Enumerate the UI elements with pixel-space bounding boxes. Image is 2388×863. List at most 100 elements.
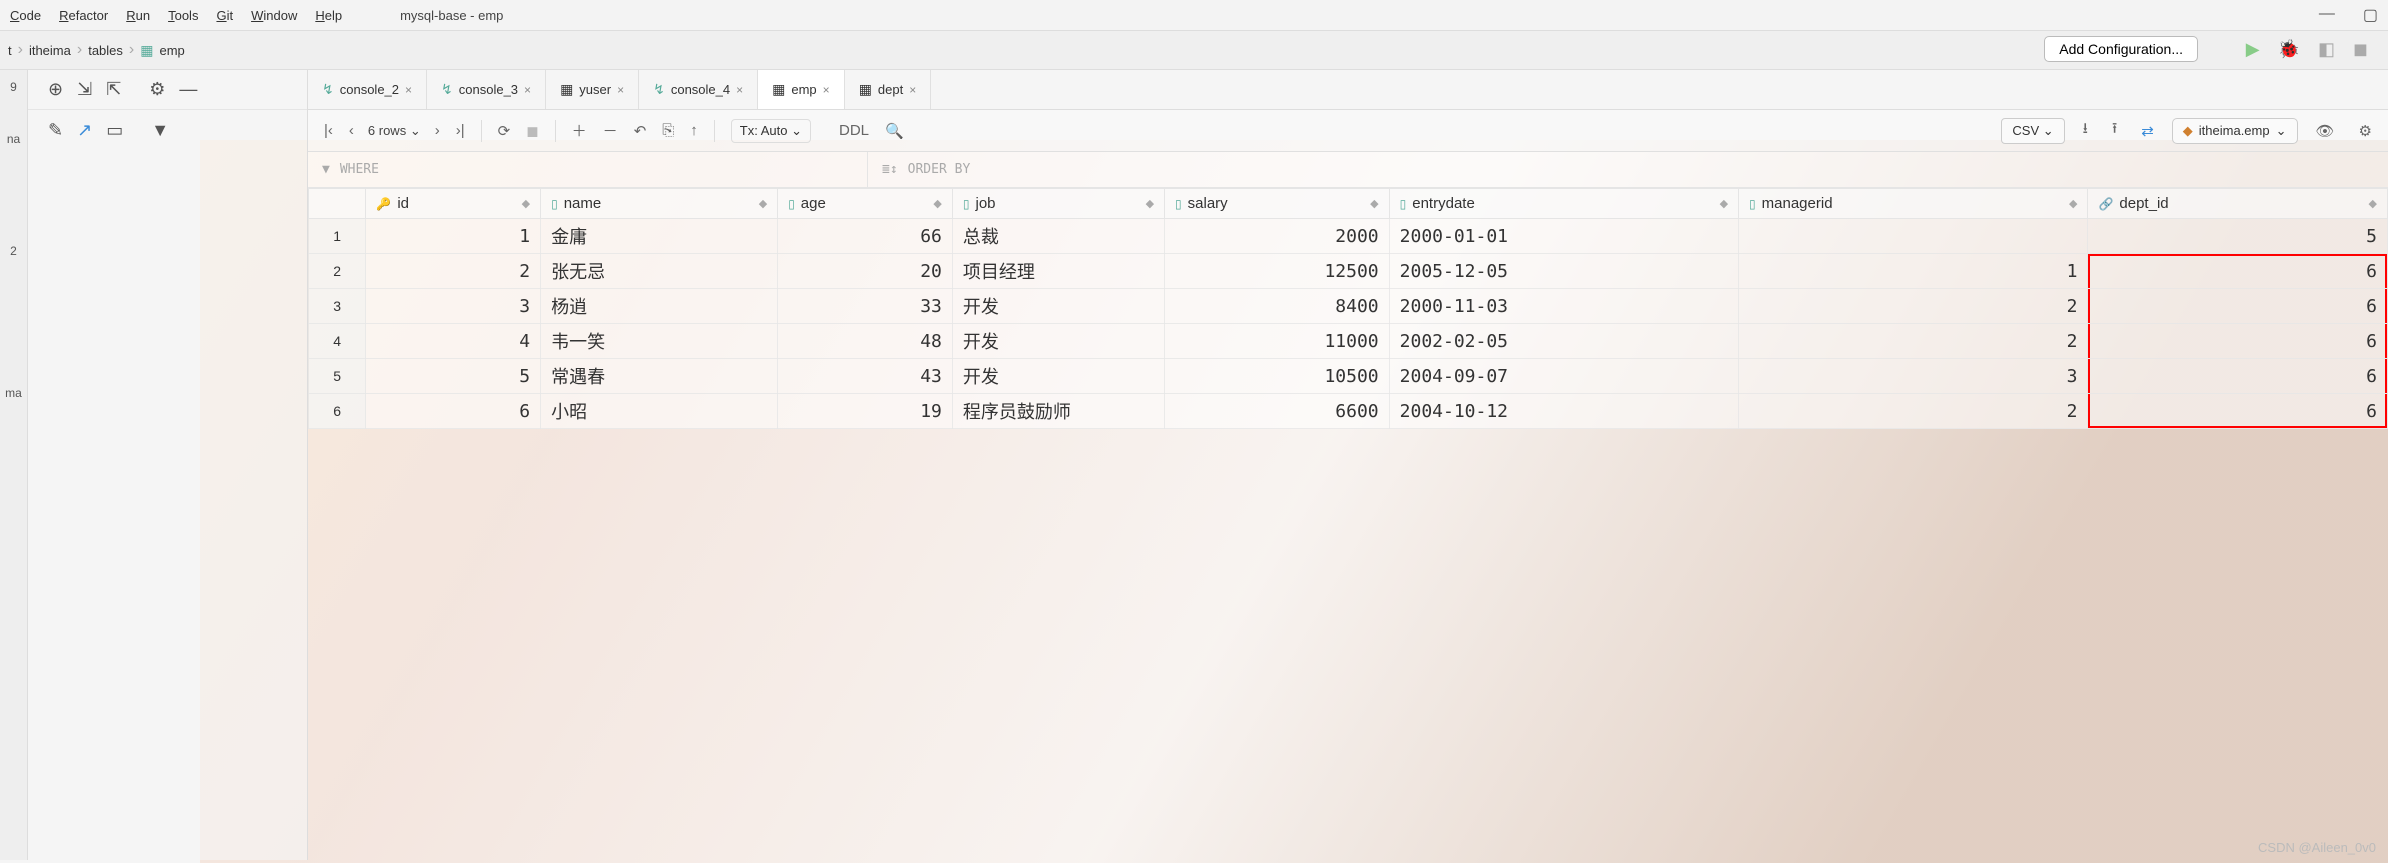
cell-age[interactable]: 19 xyxy=(778,394,953,429)
cell-entrydate[interactable]: 2000-01-01 xyxy=(1389,219,1738,254)
export-format-select[interactable]: CSV ⌄ xyxy=(2001,118,2064,144)
tab-yuser[interactable]: ▦yuser× xyxy=(546,70,639,109)
tab-console_2[interactable]: ↯console_2× xyxy=(308,70,427,109)
tx-mode-select[interactable]: Tx: Auto ⌄ xyxy=(731,119,811,143)
remove-row-icon[interactable]: － xyxy=(597,116,624,145)
add-configuration-button[interactable]: Add Configuration... xyxy=(2044,36,2198,62)
clone-row-icon[interactable]: ⎘ xyxy=(656,118,680,143)
sort-toggle-icon[interactable]: ◆ xyxy=(1720,197,1728,210)
ddl-button[interactable]: DDL xyxy=(833,118,875,143)
orderby-filter-input[interactable]: ≣↕ ORDER BY xyxy=(868,152,2388,187)
cell-entrydate[interactable]: 2004-09-07 xyxy=(1389,359,1738,394)
menu-item-run[interactable]: Run xyxy=(126,8,150,23)
tab-emp[interactable]: ▦emp× xyxy=(758,70,845,109)
sort-toggle-icon[interactable]: ◆ xyxy=(2069,197,2077,210)
table-row[interactable]: 44韦一笑48开发110002002-02-0526 xyxy=(309,324,2388,359)
cell-age[interactable]: 33 xyxy=(778,289,953,324)
menu-item-tools[interactable]: Tools xyxy=(168,8,198,23)
cell-name[interactable]: 杨逍 xyxy=(541,289,778,324)
cell-id[interactable]: 1 xyxy=(366,219,541,254)
column-header-dept_id[interactable]: 🔗dept_id◆ xyxy=(2088,189,2388,219)
breadcrumb-table[interactable]: emp xyxy=(159,43,184,58)
cell-name[interactable]: 金庸 xyxy=(541,219,778,254)
table-row[interactable]: 55常遇春43开发105002004-09-0736 xyxy=(309,359,2388,394)
close-icon[interactable]: × xyxy=(524,83,531,97)
edit-icon[interactable]: ✎ xyxy=(48,120,63,141)
cell-name[interactable]: 韦一笑 xyxy=(541,324,778,359)
cell-id[interactable]: 4 xyxy=(366,324,541,359)
cell-id[interactable]: 2 xyxy=(366,254,541,289)
tab-console_3[interactable]: ↯console_3× xyxy=(427,70,546,109)
prev-page-icon[interactable]: ‹ xyxy=(343,118,360,143)
reload-icon[interactable]: ⟳ xyxy=(492,118,517,144)
breadcrumb-db[interactable]: itheima xyxy=(29,43,71,58)
close-icon[interactable]: × xyxy=(736,83,743,97)
revert-icon[interactable]: ↶ xyxy=(628,118,653,144)
cell-managerid[interactable]: 2 xyxy=(1739,394,2088,429)
table-row[interactable]: 22张无忌20项目经理125002005-12-0516 xyxy=(309,254,2388,289)
close-icon[interactable]: × xyxy=(823,83,830,97)
close-icon[interactable]: × xyxy=(405,83,412,97)
add-row-icon[interactable]: ＋ xyxy=(566,116,593,145)
download-icon[interactable]: ⭳ xyxy=(2077,114,2094,147)
table-row[interactable]: 11金庸66总裁20002000-01-015 xyxy=(309,219,2388,254)
column-header-name[interactable]: ▯name◆ xyxy=(541,189,778,219)
cell-id[interactable]: 6 xyxy=(366,394,541,429)
column-header-job[interactable]: ▯job◆ xyxy=(952,189,1164,219)
cell-dept_id[interactable]: 6 xyxy=(2088,324,2388,359)
data-grid[interactable]: 🔑id◆▯name◆▯age◆▯job◆▯salary◆▯entrydate◆▯… xyxy=(308,188,2388,429)
expand-icon[interactable]: ⇲ xyxy=(77,79,92,100)
column-header-id[interactable]: 🔑id◆ xyxy=(366,189,541,219)
target-icon[interactable]: ⊕ xyxy=(48,79,63,100)
cell-age[interactable]: 66 xyxy=(778,219,953,254)
cell-job[interactable]: 开发 xyxy=(952,289,1164,324)
menu-item-git[interactable]: Git xyxy=(216,8,233,23)
stop-icon[interactable]: ◼ xyxy=(520,118,544,144)
cell-managerid[interactable]: 3 xyxy=(1739,359,2088,394)
cell-salary[interactable]: 8400 xyxy=(1165,289,1390,324)
maximize-icon[interactable]: ▢ xyxy=(2363,5,2378,25)
submit-icon[interactable]: ↑ xyxy=(684,118,704,143)
cell-name[interactable]: 常遇春 xyxy=(541,359,778,394)
cell-id[interactable]: 3 xyxy=(366,289,541,324)
cell-entrydate[interactable]: 2000-11-03 xyxy=(1389,289,1738,324)
filter-icon[interactable]: ▼ xyxy=(151,120,169,141)
cell-managerid[interactable]: 1 xyxy=(1739,254,2088,289)
search-icon[interactable]: 🔍 xyxy=(879,118,910,144)
tab-console_4[interactable]: ↯console_4× xyxy=(639,70,758,109)
cell-entrydate[interactable]: 2005-12-05 xyxy=(1389,254,1738,289)
cell-entrydate[interactable]: 2004-10-12 xyxy=(1389,394,1738,429)
minimize-icon[interactable]: — xyxy=(2319,5,2335,25)
sync-icon[interactable]: ⇄ xyxy=(2135,118,2160,144)
close-icon[interactable]: × xyxy=(909,83,916,97)
cell-salary[interactable]: 11000 xyxy=(1165,324,1390,359)
debug-icon[interactable]: 🐞 xyxy=(2278,39,2300,60)
last-page-icon[interactable]: ›| xyxy=(450,118,471,143)
column-header-managerid[interactable]: ▯managerid◆ xyxy=(1739,189,2088,219)
next-page-icon[interactable]: › xyxy=(429,118,446,143)
cell-dept_id[interactable]: 6 xyxy=(2088,394,2388,429)
column-header-age[interactable]: ▯age◆ xyxy=(778,189,953,219)
cell-dept_id[interactable]: 6 xyxy=(2088,254,2388,289)
cell-entrydate[interactable]: 2002-02-05 xyxy=(1389,324,1738,359)
cell-salary[interactable]: 2000 xyxy=(1165,219,1390,254)
table-row[interactable]: 66小昭19程序员鼓励师66002004-10-1226 xyxy=(309,394,2388,429)
datasource-select[interactable]: ◆ itheima.emp ⌄ xyxy=(2172,118,2298,144)
sort-toggle-icon[interactable]: ◆ xyxy=(1146,197,1154,210)
cell-id[interactable]: 5 xyxy=(366,359,541,394)
cell-dept_id[interactable]: 6 xyxy=(2088,289,2388,324)
menu-item-help[interactable]: Help xyxy=(315,8,342,23)
cell-age[interactable]: 43 xyxy=(778,359,953,394)
menu-item-refactor[interactable]: Refactor xyxy=(59,8,108,23)
eye-icon[interactable]: 👁 xyxy=(2310,118,2341,144)
cell-dept_id[interactable]: 6 xyxy=(2088,359,2388,394)
sort-toggle-icon[interactable]: ◆ xyxy=(933,197,941,210)
table-row[interactable]: 33杨逍33开发84002000-11-0326 xyxy=(309,289,2388,324)
cell-managerid[interactable]: 2 xyxy=(1739,289,2088,324)
cell-salary[interactable]: 6600 xyxy=(1165,394,1390,429)
cell-dept_id[interactable]: 5 xyxy=(2088,219,2388,254)
link-icon[interactable]: ↗ xyxy=(77,120,92,141)
menu-item-window[interactable]: Window xyxy=(251,8,297,23)
gear-icon[interactable]: ⚙ xyxy=(149,79,165,100)
breadcrumb-folder[interactable]: tables xyxy=(88,43,123,58)
